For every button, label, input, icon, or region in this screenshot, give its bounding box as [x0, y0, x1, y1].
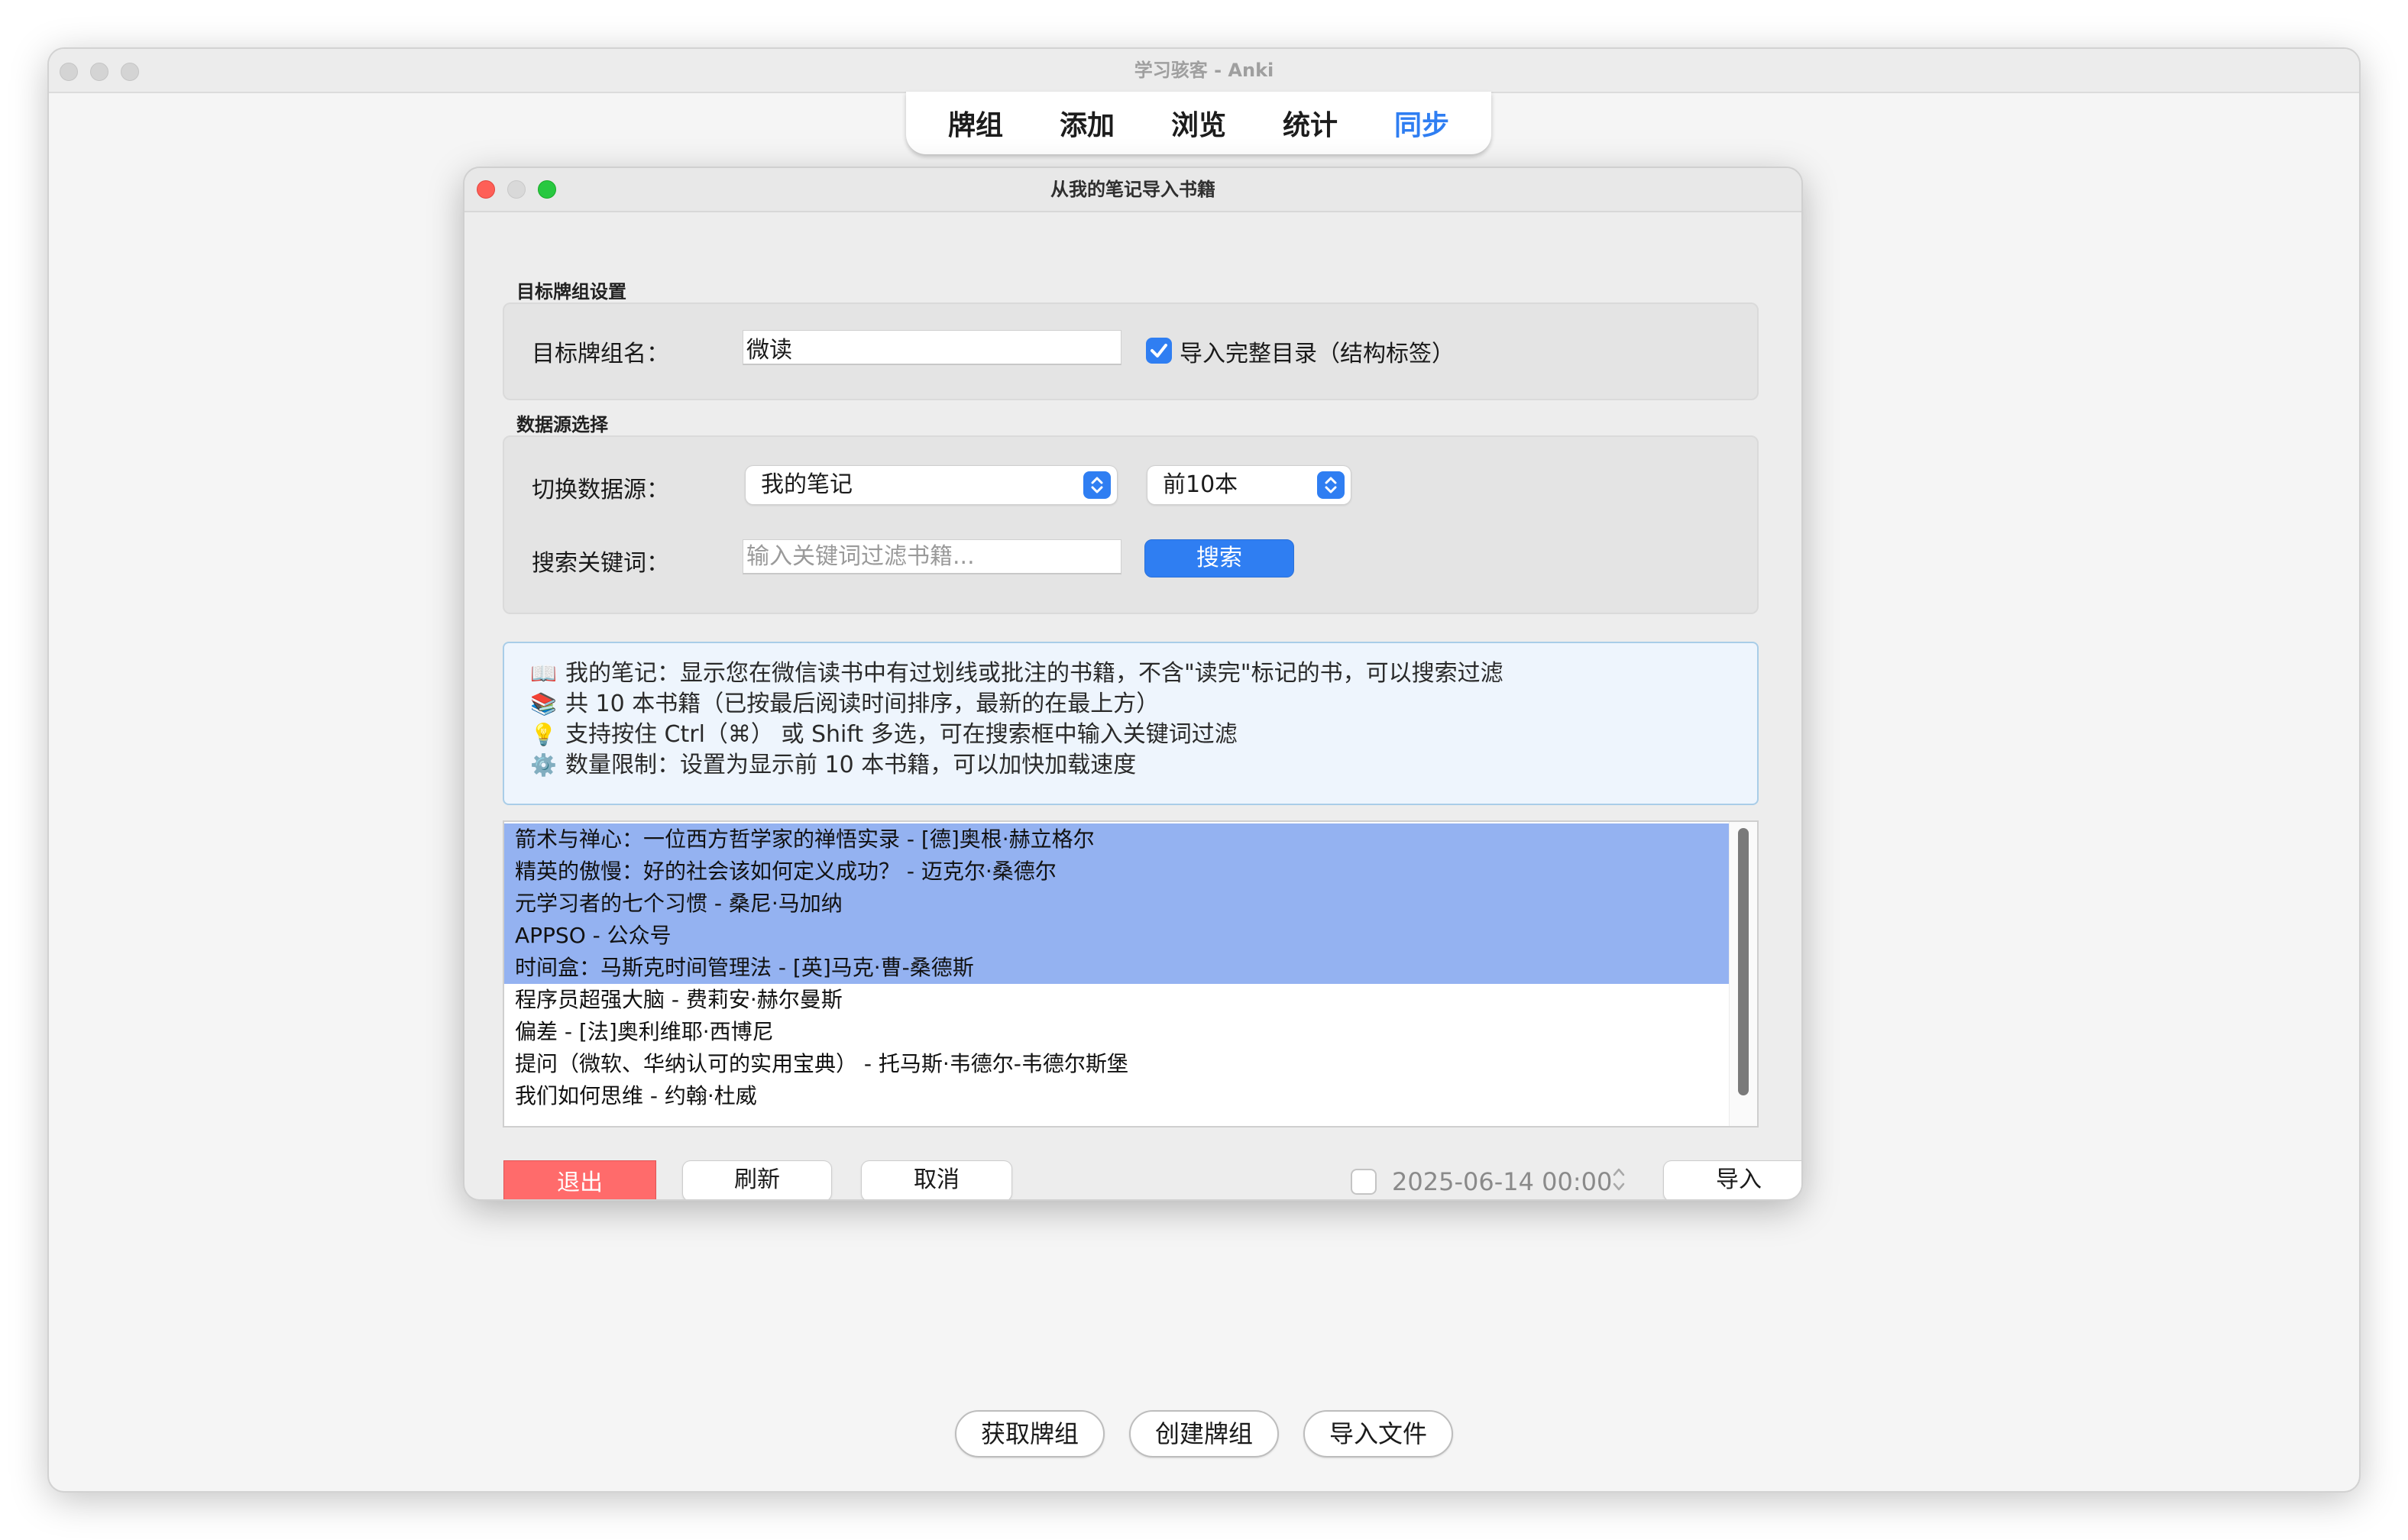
list-item[interactable]: 时间盒：马斯克时间管理法 - [英]马克·曹-桑德斯 — [504, 952, 1730, 984]
date-filter-checkbox[interactable] — [1351, 1169, 1377, 1195]
source-section-title: 数据源选择 — [516, 414, 608, 435]
deck-name-input[interactable] — [743, 330, 1121, 365]
toolbar-stats[interactable]: 统计 — [1283, 103, 1338, 143]
info-line: ⚙️ 数量限制：设置为显示前 10 本书籍，可以加快加载速度 — [530, 750, 1136, 781]
updown-chevron-icon — [1083, 471, 1111, 499]
exit-button[interactable]: 退出 — [504, 1161, 655, 1199]
source-select[interactable]: 我的笔记 — [746, 466, 1117, 504]
list-item[interactable]: 精英的傲慢：好的社会该如何定义成功？ - 迈克尔·桑德尔 — [504, 856, 1730, 888]
import-button[interactable]: 导入 — [1664, 1161, 1801, 1199]
import-file-button[interactable]: 导入文件 — [1303, 1410, 1454, 1458]
gear-icon: ⚙️ — [530, 752, 557, 778]
info-line: 📖 我的笔记：显示您在微信读书中有过划线或批注的书籍，不含"读完"标记的书，可以搜… — [530, 658, 1503, 689]
main-toolbar: 牌组 添加 浏览 统计 同步 — [906, 92, 1491, 154]
import-books-dialog: 从我的笔记导入书籍 目标牌组设置 目标牌组名： 导入完整目录（结构标签） 数据源… — [464, 168, 1801, 1199]
main-titlebar: 学习骇客 - Anki — [49, 49, 2359, 93]
limit-select-value: 前10本 — [1163, 471, 1238, 498]
refresh-button[interactable]: 刷新 — [683, 1161, 831, 1199]
dialog-titlebar: 从我的笔记导入书籍 — [464, 168, 1801, 212]
info-text: 支持按住 Ctrl（⌘） 或 Shift 多选，可在搜索框中输入关键词过滤 — [565, 721, 1238, 748]
list-item[interactable]: 程序员超强大脑 - 费莉安·赫尔曼斯 — [504, 984, 1730, 1016]
search-button[interactable]: 搜索 — [1144, 539, 1294, 578]
info-panel: 📖 我的笔记：显示您在微信读书中有过划线或批注的书籍，不含"读完"标记的书，可以搜… — [503, 642, 1759, 805]
scrollbar-thumb[interactable] — [1738, 828, 1749, 1095]
list-item[interactable]: 箭术与禅心：一位西方哲学家的禅悟实录 - [德]奥根·赫立格尔 — [504, 823, 1730, 856]
checkmark-icon — [1151, 344, 1167, 358]
info-text: 我的笔记：显示您在微信读书中有过划线或批注的书籍，不含"读完"标记的书，可以搜索… — [565, 660, 1503, 687]
lightbulb-icon: 💡 — [530, 722, 557, 747]
search-input[interactable] — [743, 539, 1121, 574]
limit-select[interactable]: 前10本 — [1147, 466, 1351, 504]
info-line: 💡 支持按住 Ctrl（⌘） 或 Shift 多选，可在搜索框中输入关键词过滤 — [530, 720, 1238, 750]
list-item[interactable]: 元学习者的七个习惯 - 桑尼·马加纳 — [504, 888, 1730, 920]
search-label: 搜索关键词： — [532, 550, 669, 577]
source-group — [503, 435, 1759, 614]
target-group — [503, 302, 1759, 400]
date-stepper-icon[interactable] — [1610, 1161, 1627, 1198]
import-toc-checkbox[interactable] — [1146, 338, 1172, 364]
toolbar-sync[interactable]: 同步 — [1394, 103, 1449, 143]
get-decks-button[interactable]: 获取牌组 — [954, 1410, 1105, 1458]
list-item[interactable]: APPSO - 公众号 — [504, 920, 1730, 952]
list-item[interactable]: 偏差 - [法]奥利维耶·西博尼 — [504, 1016, 1730, 1048]
info-text: 共 10 本书籍（已按最后阅读时间排序，最新的在最上方） — [565, 691, 1160, 717]
toolbar-add[interactable]: 添加 — [1060, 103, 1115, 143]
list-item[interactable]: 我们如何思维 - 约翰·杜威 — [504, 1080, 1730, 1112]
target-section-title: 目标牌组设置 — [516, 281, 626, 302]
book-list[interactable]: 箭术与禅心：一位西方哲学家的禅悟实录 - [德]奥根·赫立格尔 精英的傲慢：好的… — [503, 820, 1759, 1128]
switch-source-label: 切换数据源： — [532, 477, 669, 503]
create-deck-button[interactable]: 创建牌组 — [1128, 1410, 1279, 1458]
list-item[interactable]: 提问（微软、华纳认可的实用宝典） - 托马斯·韦德尔-韦德尔斯堡 — [504, 1048, 1730, 1080]
updown-chevron-icon — [1317, 471, 1345, 499]
info-text: 数量限制：设置为显示前 10 本书籍，可以加快加载速度 — [565, 752, 1137, 778]
source-select-value: 我的笔记 — [761, 471, 853, 498]
import-toc-label: 导入完整目录（结构标签） — [1180, 341, 1455, 367]
toolbar-browse[interactable]: 浏览 — [1171, 103, 1226, 143]
deck-actions: 获取牌组 创建牌组 导入文件 — [49, 1410, 2359, 1458]
window-title: 学习骇客 - Anki — [1134, 60, 1274, 81]
date-filter-field[interactable]: 2025-06-14 00:00 — [1392, 1164, 1612, 1199]
toolbar-decks[interactable]: 牌组 — [948, 103, 1003, 143]
dialog-title: 从我的笔记导入书籍 — [1050, 179, 1215, 200]
cancel-button[interactable]: 取消 — [862, 1161, 1011, 1199]
books-icon: 📚 — [530, 691, 557, 717]
list-scrollbar[interactable] — [1729, 822, 1757, 1126]
info-line: 📚 共 10 本书籍（已按最后阅读时间排序，最新的在最上方） — [530, 689, 1159, 720]
open-book-icon: 📖 — [530, 661, 557, 686]
deck-name-label: 目标牌组名： — [532, 341, 669, 367]
